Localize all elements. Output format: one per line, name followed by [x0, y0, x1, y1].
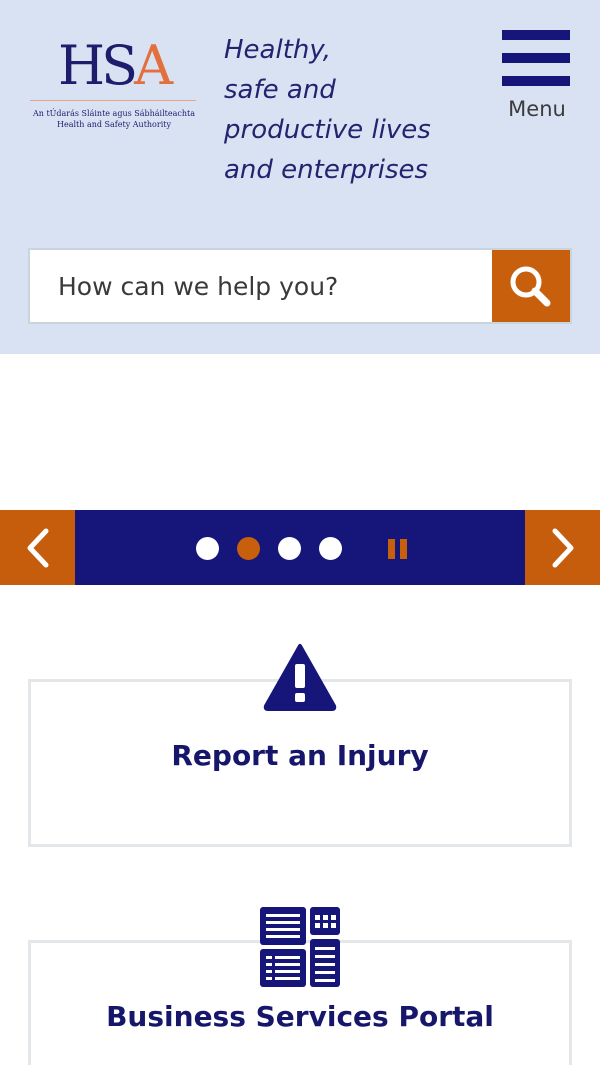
logo-subtitle: An tÚdarás Sláinte agus Sábháilteachta H…: [30, 108, 198, 130]
carousel-prev-button[interactable]: [0, 510, 75, 585]
carousel-dot-3[interactable]: [278, 537, 301, 560]
pause-icon[interactable]: [388, 539, 408, 559]
tagline-line: Healthy,: [224, 35, 332, 65]
search-input[interactable]: [30, 250, 494, 322]
hsa-logo[interactable]: HSA An tÚdarás Sláinte agus Sábháilteach…: [30, 36, 198, 140]
card-title: Business Services Portal: [106, 1000, 494, 1033]
logo-subtitle-irish: An tÚdarás Sláinte agus Sábháilteachta: [32, 109, 195, 118]
chevron-right-icon: [552, 528, 574, 568]
logo-subtitle-english: Health and Safety Authority: [57, 120, 171, 129]
logo-mark: HSA: [58, 34, 173, 97]
card-title: Report an Injury: [171, 739, 429, 772]
chevron-left-icon: [27, 528, 49, 568]
carousel-next-button[interactable]: [525, 510, 600, 585]
carousel-dot-1[interactable]: [196, 537, 219, 560]
logo-divider: [30, 100, 196, 101]
tagline-line: productive lives: [224, 115, 431, 145]
warning-triangle-icon: [263, 644, 337, 711]
tagline-line: safe and: [224, 75, 336, 105]
tagline: Healthy, safe and productive lives and e…: [224, 30, 444, 190]
menu-label: Menu: [508, 97, 566, 121]
carousel-dot-4[interactable]: [319, 537, 342, 560]
portal-dashboard-icon: [260, 907, 340, 987]
carousel-controls: [0, 510, 600, 585]
search-bar: [28, 248, 572, 324]
menu-button[interactable]: Menu: [500, 30, 572, 126]
carousel-dot-2[interactable]: [237, 537, 260, 560]
search-icon: [510, 266, 551, 307]
search-button[interactable]: [492, 250, 570, 322]
site-header: HSA An tÚdarás Sláinte agus Sábháilteach…: [0, 0, 600, 354]
tagline-line: and enterprises: [224, 155, 429, 185]
hamburger-icon: [502, 30, 570, 86]
